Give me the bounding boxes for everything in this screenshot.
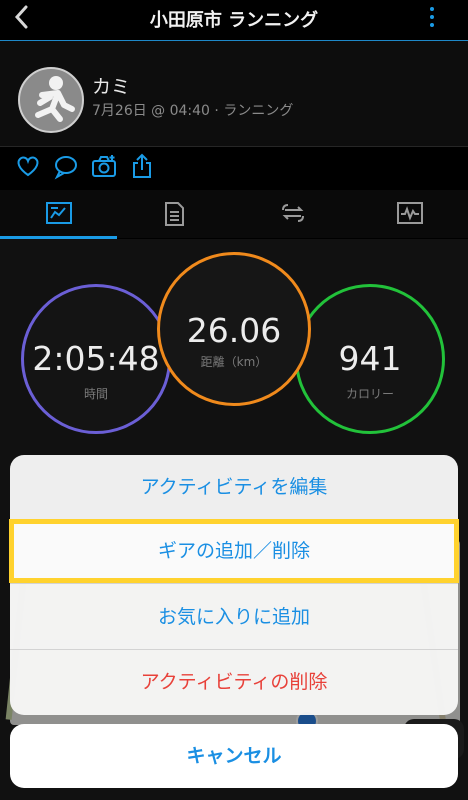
stat-value-calories: 941 — [338, 339, 402, 378]
stat-value-distance: 26.06 — [186, 311, 282, 350]
stat-label-calories: カロリー — [345, 387, 394, 401]
stat-label-distance: 距離（km） — [200, 355, 268, 369]
tab-laps[interactable] — [234, 190, 351, 238]
stat-ring-calories: 941 カロリー — [295, 284, 445, 434]
highlight-box — [9, 519, 459, 583]
heart-icon[interactable] — [14, 152, 42, 180]
camera-icon[interactable] — [90, 152, 118, 180]
action-sheet: アクティビティを編集 ギアの追加／削除 お気に入りに追加 アクティビティの削除 — [10, 455, 458, 715]
share-icon[interactable] — [128, 152, 156, 180]
document-icon — [165, 202, 184, 226]
delete-activity-option[interactable]: アクティビティの削除 — [10, 650, 458, 714]
stat-value-time: 2:05:48 — [32, 339, 160, 378]
chart-icon — [397, 202, 423, 224]
stat-label-time: 時間 — [83, 387, 108, 401]
stat-ring-time: 2:05:48 時間 — [21, 284, 171, 434]
more-options-icon[interactable] — [425, 4, 439, 36]
user-name: カミ — [92, 76, 131, 98]
add-to-favorites-option[interactable]: お気に入りに追加 — [10, 585, 458, 650]
laps-icon — [282, 204, 304, 222]
edit-activity-option[interactable]: アクティビティを編集 — [10, 455, 458, 520]
tab-charts[interactable] — [351, 190, 468, 238]
tab-details[interactable] — [117, 190, 234, 238]
activity-datetime: 7月26日 @ 04:40 · ランニング — [92, 103, 294, 119]
cancel-button[interactable]: キャンセル — [10, 724, 458, 788]
page-title: 小田原市 ランニング — [149, 10, 319, 31]
tab-overview[interactable] — [0, 190, 117, 238]
overview-icon — [46, 202, 72, 224]
stat-ring-distance: 26.06 距離（km） — [157, 252, 311, 406]
comment-icon[interactable] — [52, 152, 80, 180]
avatar — [18, 67, 84, 133]
